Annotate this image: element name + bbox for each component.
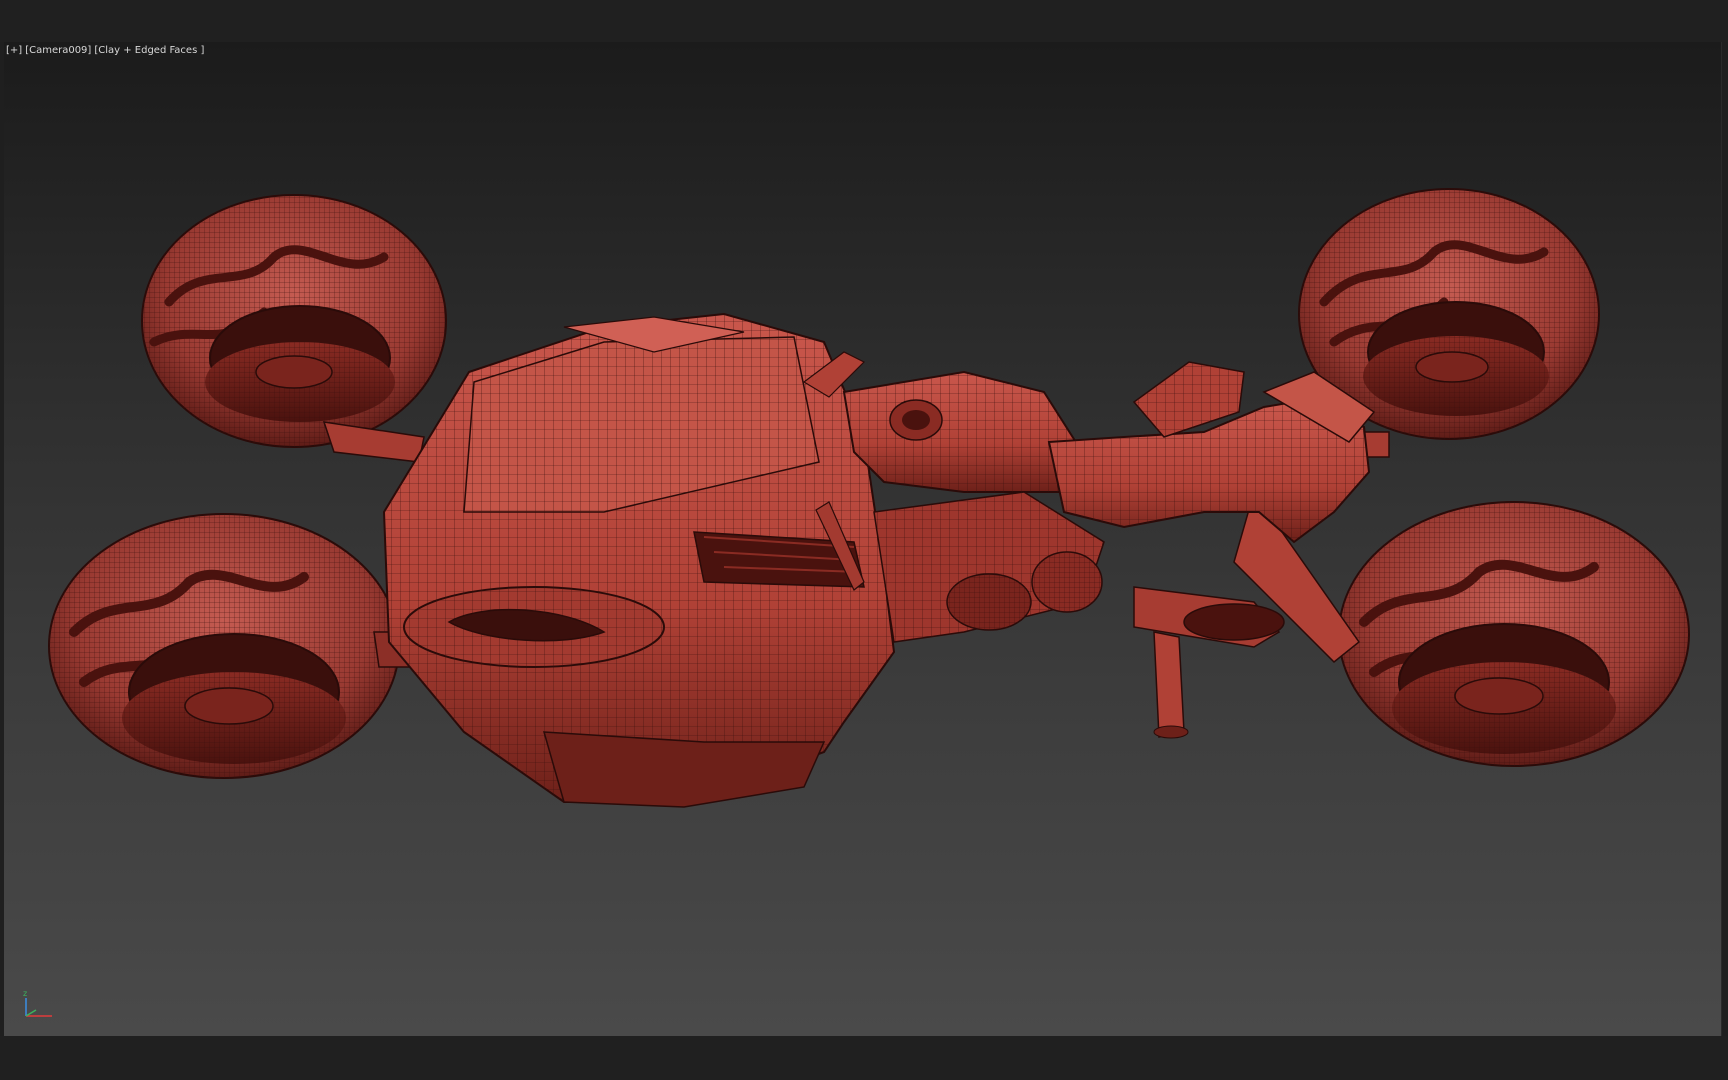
bottom-bar [0,1036,1728,1080]
camera-viewport[interactable]: [+] [Camera009] [Clay + Edged Faces ] z [4,42,1722,1036]
wheel-rear-left [141,194,447,448]
top-bar [0,0,1728,42]
hover-bike-model[interactable] [4,42,1721,1036]
wheel-front-right [1338,501,1690,767]
y-axis-line [25,1009,37,1017]
app-window: [+] [Camera009] [Clay + Edged Faces ] z [0,0,1728,1080]
wheel-rear-right [48,513,400,779]
axis-gizmo: z [23,989,52,1017]
z-axis-label: z [23,989,27,998]
